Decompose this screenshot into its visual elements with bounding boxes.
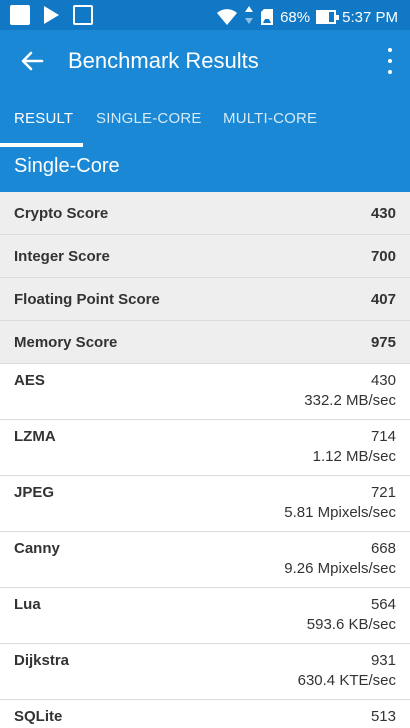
test-rate: 593.6 KB/sec — [306, 616, 396, 633]
test-name: AES — [14, 372, 45, 389]
summary-label: Memory Score — [14, 333, 118, 351]
summary-row-integer: Integer Score 700 — [0, 235, 410, 278]
results-list[interactable]: Crypto Score 430 Integer Score 700 Float… — [0, 192, 410, 728]
test-name: Lua — [14, 596, 41, 613]
summary-value: 975 — [370, 333, 396, 351]
tab-single-core[interactable]: SINGLE-CORE — [96, 110, 202, 127]
summary-label: Floating Point Score — [14, 290, 160, 308]
list-item: Canny 668 9.26 Mpixels/sec — [0, 532, 410, 588]
tab-result[interactable]: RESULT — [14, 110, 73, 127]
list-item: SQLite 513 — [0, 700, 410, 728]
summary-row-memory: Memory Score 975 — [0, 321, 410, 364]
photo-icon — [73, 5, 93, 25]
test-name: Canny — [14, 540, 60, 557]
notification-icons — [10, 5, 93, 25]
test-rate: 9.26 Mpixels/sec — [284, 560, 396, 577]
summary-value: 407 — [370, 290, 396, 308]
list-item: LZMA 714 1.12 MB/sec — [0, 420, 410, 476]
summary-value: 700 — [370, 247, 396, 265]
test-score: 668 — [370, 540, 396, 557]
test-rate: 5.81 Mpixels/sec — [284, 504, 396, 521]
list-item: Lua 564 593.6 KB/sec — [0, 588, 410, 644]
list-item: JPEG 721 5.81 Mpixels/sec — [0, 476, 410, 532]
back-button[interactable] — [18, 47, 46, 75]
dot-icon — [388, 48, 392, 52]
battery-percent: 68% — [280, 8, 311, 26]
list-item: AES 430 332.2 MB/sec — [0, 364, 410, 420]
test-name: Dijkstra — [14, 652, 70, 669]
section-title: Single-Core — [0, 147, 410, 192]
test-name: LZMA — [14, 428, 56, 445]
app-bar: Benchmark Results — [0, 30, 410, 90]
test-score: 564 — [370, 596, 396, 613]
summary-row-crypto: Crypto Score 430 — [0, 192, 410, 235]
tab-multi-core[interactable]: MULTI-CORE — [223, 110, 317, 127]
test-rate: 1.12 MB/sec — [312, 448, 396, 465]
sd-card-icon — [260, 8, 274, 26]
dot-icon — [388, 70, 392, 74]
test-rate: 630.4 KTE/sec — [297, 672, 396, 689]
dot-icon — [388, 59, 392, 63]
test-score: 513 — [370, 708, 396, 725]
play-store-icon — [44, 6, 59, 24]
system-status: 68% 5:37 PM — [216, 5, 398, 29]
test-name: JPEG — [14, 484, 55, 501]
summary-label: Integer Score — [14, 247, 110, 265]
test-score: 430 — [370, 372, 396, 389]
battery-icon — [316, 10, 340, 24]
clock: 5:37 PM — [342, 8, 398, 26]
summary-row-floating-point: Floating Point Score 407 — [0, 278, 410, 321]
test-score: 714 — [370, 428, 396, 445]
page-title: Benchmark Results — [68, 48, 259, 73]
summary-label: Crypto Score — [14, 204, 109, 222]
test-score: 721 — [370, 484, 396, 501]
arrow-left-icon — [21, 51, 44, 71]
data-arrows-icon — [244, 5, 254, 29]
test-rate: 332.2 MB/sec — [304, 392, 396, 409]
tab-bar: RESULT SINGLE-CORE MULTI-CORE — [0, 90, 410, 147]
summary-value: 430 — [370, 204, 396, 222]
test-score: 931 — [370, 652, 396, 669]
overflow-menu-button[interactable] — [384, 48, 396, 74]
list-item: Dijkstra 931 630.4 KTE/sec — [0, 644, 410, 700]
wifi-icon — [216, 8, 238, 26]
test-name: SQLite — [14, 708, 63, 725]
notification-square-icon — [10, 5, 30, 25]
status-bar: 68% 5:37 PM — [0, 0, 410, 30]
